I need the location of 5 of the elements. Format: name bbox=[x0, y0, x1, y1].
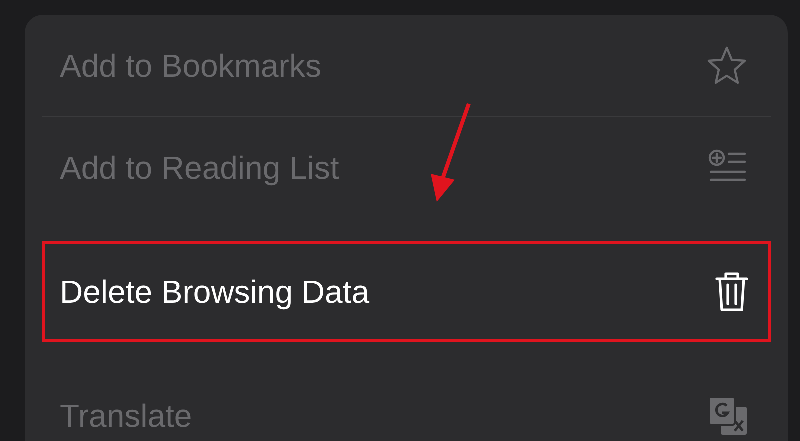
menu-item[interactable]: Translate bbox=[42, 365, 771, 441]
menu-item[interactable]: Add to Reading List bbox=[42, 117, 771, 218]
trash-icon bbox=[714, 270, 750, 314]
menu-item[interactable]: Add to Bookmarks bbox=[42, 15, 771, 116]
menu-item[interactable]: Delete Browsing Data bbox=[42, 241, 771, 342]
